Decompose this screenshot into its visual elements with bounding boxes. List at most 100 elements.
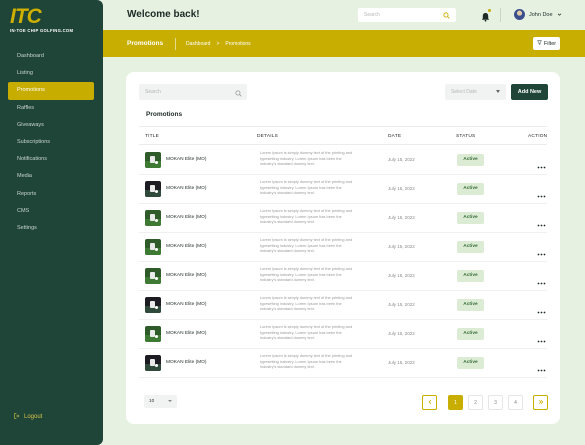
promotion-thumbnail — [145, 355, 161, 371]
sidebar-item-subscriptions[interactable]: Subscriptions — [8, 134, 94, 151]
promotion-details: Lorem Ipsum is simply dummy text of the … — [260, 208, 353, 225]
table-row[interactable]: MOKAN Elite (MO) Lorem Ipsum is simply du… — [139, 146, 547, 175]
sidebar-item-reports[interactable]: Reports — [8, 186, 94, 203]
column-header-details: DETAILS — [257, 134, 279, 139]
sidebar-item-notifications[interactable]: Notifications — [8, 151, 94, 168]
table-row[interactable]: MOKAN Elite (MO) Lorem Ipsum is simply du… — [139, 349, 547, 378]
more-actions-button[interactable] — [537, 244, 546, 256]
promotion-date: July 15, 2022 — [388, 360, 415, 365]
logout-button[interactable]: Logout — [14, 413, 42, 421]
promotion-thumbnail — [145, 210, 161, 226]
sidebar: ITC IN-TOE CHIP GOLFING.COM Dashboard Li… — [0, 0, 103, 445]
page-button-4[interactable]: 4 — [508, 395, 523, 410]
status-badge: Active — [457, 212, 484, 224]
double-chevron-right-icon — [538, 399, 544, 407]
table-row[interactable]: MOKAN Elite (MO) Lorem Ipsum is simply du… — [139, 233, 547, 262]
promotion-date: July 15, 2022 — [388, 186, 415, 191]
more-actions-button[interactable] — [537, 302, 546, 314]
column-header-status: STATUS — [456, 134, 476, 139]
promotion-thumbnail — [145, 152, 161, 168]
more-horizontal-icon — [537, 157, 546, 174]
sidebar-item-settings[interactable]: Settings — [8, 220, 94, 237]
column-header-date: DATE — [388, 134, 402, 139]
more-actions-button[interactable] — [537, 186, 546, 198]
chevron-left-icon — [427, 399, 433, 407]
top-bar: Welcome back! Search John Doe — [103, 0, 585, 30]
promotion-date: July 15, 2022 — [388, 157, 415, 162]
logout-label: Logout — [24, 414, 43, 420]
more-horizontal-icon — [537, 186, 546, 203]
header-search-placeholder: Search — [364, 12, 380, 18]
next-page-button[interactable] — [533, 395, 548, 410]
sidebar-item-giveaways[interactable]: Giveaways — [8, 117, 94, 134]
promotion-title: MOKAN Elite (MO) — [166, 157, 207, 162]
breadcrumb-dashboard[interactable]: Dashboard — [186, 41, 210, 47]
more-actions-button[interactable] — [537, 360, 546, 372]
promotion-thumbnail — [145, 297, 161, 313]
promotion-date: July 15, 2022 — [388, 302, 415, 307]
promotion-title: MOKAN Elite (MO) — [166, 244, 207, 249]
promotion-details: Lorem Ipsum is simply dummy text of the … — [260, 295, 353, 312]
header-divider — [500, 8, 501, 22]
promotion-title: MOKAN Elite (MO) — [166, 302, 207, 307]
page-button-2[interactable]: 2 — [468, 395, 483, 410]
filter-icon — [536, 40, 542, 47]
more-horizontal-icon — [537, 273, 546, 290]
caret-down-icon — [496, 90, 500, 93]
promotion-date: July 15, 2022 — [388, 273, 415, 278]
caret-down-icon — [168, 400, 172, 402]
table-row[interactable]: MOKAN Elite (MO) Lorem Ipsum is simply du… — [139, 262, 547, 291]
more-actions-button[interactable] — [537, 215, 546, 227]
date-select[interactable]: Select Date — [445, 84, 506, 100]
promotion-details: Lorem Ipsum is simply dummy text of the … — [260, 324, 353, 341]
banner-title: Promotions — [127, 40, 164, 47]
table-row[interactable]: MOKAN Elite (MO) Lorem Ipsum is simply du… — [139, 320, 547, 349]
logo[interactable]: ITC IN-TOE CHIP GOLFING.COM — [10, 5, 74, 36]
column-header-title: TITLE — [145, 134, 160, 139]
sidebar-item-media[interactable]: Media — [8, 168, 94, 185]
sidebar-item-promotions[interactable]: Promotions — [8, 82, 94, 100]
status-badge: Active — [457, 270, 484, 282]
promotion-thumbnail — [145, 181, 161, 197]
more-horizontal-icon — [537, 244, 546, 261]
header-search-input[interactable]: Search — [358, 8, 456, 22]
page-button-1[interactable]: 1 — [448, 395, 463, 410]
more-horizontal-icon — [537, 215, 546, 232]
notification-dot — [488, 9, 491, 12]
promotion-details: Lorem Ipsum is simply dummy text of the … — [260, 150, 353, 167]
add-new-button[interactable]: Add New — [511, 84, 548, 100]
table-row[interactable]: MOKAN Elite (MO) Lorem Ipsum is simply du… — [139, 204, 547, 233]
more-horizontal-icon — [537, 360, 546, 377]
per-page-select[interactable]: 10 — [144, 395, 177, 408]
column-header-action: ACTION — [528, 134, 548, 139]
prev-page-button[interactable] — [422, 395, 437, 410]
breadcrumb-promotions: Promotions — [225, 41, 251, 47]
more-actions-button[interactable] — [537, 273, 546, 285]
status-badge: Active — [457, 328, 484, 340]
filter-label: Filter — [543, 40, 557, 47]
user-menu[interactable]: John Doe — [514, 9, 562, 20]
more-actions-button[interactable] — [537, 331, 546, 343]
promotion-details: Lorem Ipsum is simply dummy text of the … — [260, 237, 353, 254]
table-row[interactable]: MOKAN Elite (MO) Lorem Ipsum is simply du… — [139, 291, 547, 320]
sidebar-item-cms[interactable]: CMS — [8, 203, 94, 220]
promotion-title: MOKAN Elite (MO) — [166, 215, 207, 220]
search-icon — [443, 11, 450, 19]
promotion-title: MOKAN Elite (MO) — [166, 360, 207, 365]
table-row[interactable]: MOKAN Elite (MO) Lorem Ipsum is simply du… — [139, 175, 547, 204]
bell-icon[interactable] — [481, 9, 491, 22]
sidebar-item-dashboard[interactable]: Dashboard — [8, 48, 94, 65]
sidebar-item-raffles[interactable]: Raffles — [8, 100, 94, 117]
promotions-search-input[interactable]: Search — [139, 84, 247, 100]
promotion-date: July 15, 2022 — [388, 331, 415, 336]
logo-letters: ITC — [10, 5, 42, 28]
page-banner: Promotions Dashboard > Promotions Filter — [103, 30, 585, 57]
avatar — [514, 9, 525, 20]
sidebar-item-listing[interactable]: Listing — [8, 65, 94, 82]
page-button-3[interactable]: 3 — [488, 395, 503, 410]
section-title: Promotions — [146, 111, 183, 118]
per-page-value: 10 — [149, 399, 155, 404]
more-actions-button[interactable] — [537, 157, 546, 169]
filter-button[interactable]: Filter — [533, 37, 560, 50]
logo-subtitle: IN-TOE CHIP GOLFING.COM — [10, 28, 74, 33]
